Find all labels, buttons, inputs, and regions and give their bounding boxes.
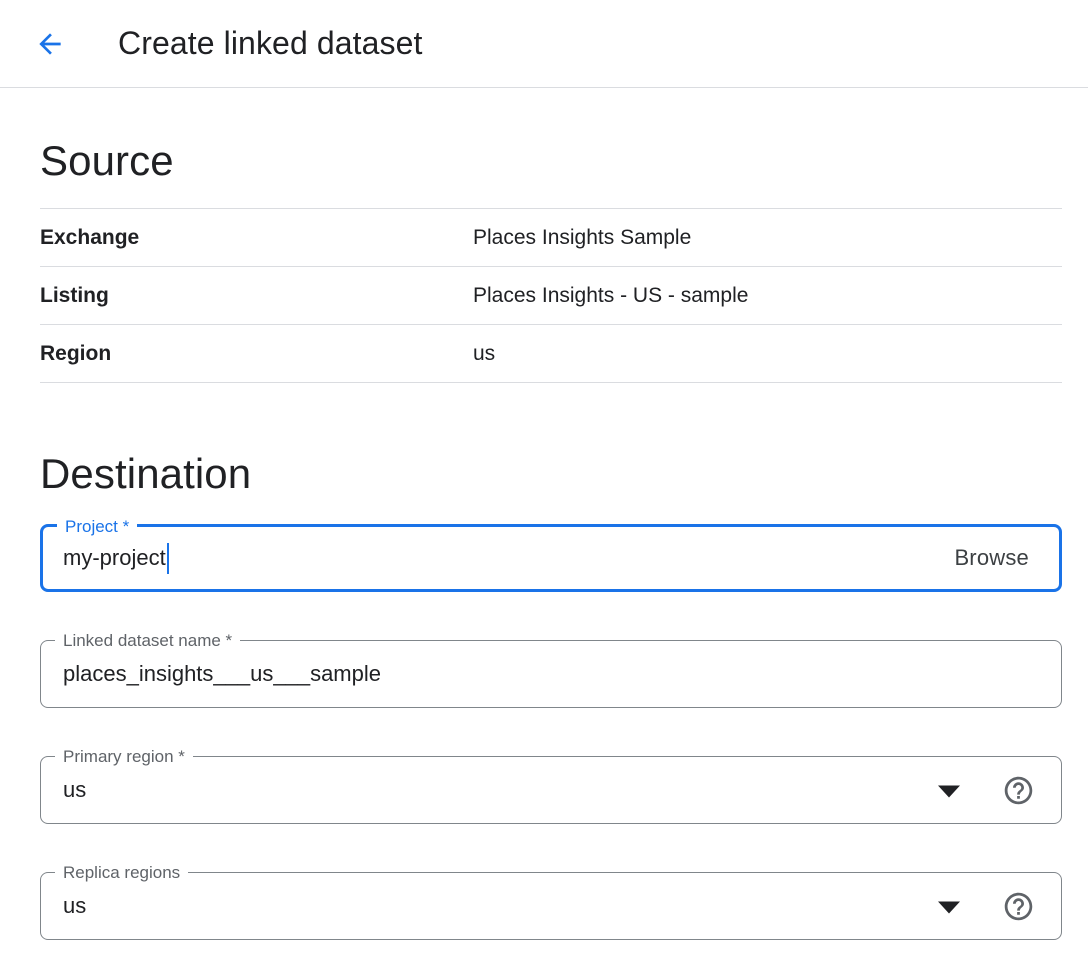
row-label-exchange: Exchange xyxy=(40,226,473,250)
arrow-back-icon xyxy=(34,28,66,60)
table-row: Exchange Places Insights Sample xyxy=(40,209,1062,267)
destination-section: Destination Project * my-project Browse … xyxy=(40,448,1062,940)
row-value-exchange: Places Insights Sample xyxy=(473,226,691,250)
destination-heading: Destination xyxy=(40,448,1062,500)
source-heading: Source xyxy=(40,135,1062,187)
dataset-name-field-label: Linked dataset name * xyxy=(55,631,240,651)
help-icon[interactable] xyxy=(1001,889,1035,923)
dropdown-arrow-icon[interactable] xyxy=(938,785,960,797)
dataset-name-input[interactable]: places_insights___us___sample xyxy=(63,661,381,687)
row-value-region: us xyxy=(473,342,495,366)
dataset-name-field[interactable]: Linked dataset name * places_insights___… xyxy=(40,640,1062,708)
dropdown-arrow-icon[interactable] xyxy=(938,901,960,913)
project-input[interactable]: my-project xyxy=(63,545,166,571)
primary-region-select[interactable]: Primary region * us xyxy=(40,756,1062,824)
primary-region-label: Primary region * xyxy=(55,747,193,767)
source-table: Exchange Places Insights Sample Listing … xyxy=(40,208,1062,383)
project-field[interactable]: Project * my-project Browse xyxy=(40,524,1062,592)
text-cursor xyxy=(167,543,170,574)
help-icon[interactable] xyxy=(1001,773,1035,807)
back-button[interactable] xyxy=(26,20,74,68)
row-label-region: Region xyxy=(40,342,473,366)
source-section: Source Exchange Places Insights Sample L… xyxy=(40,135,1062,383)
replica-regions-value[interactable]: us xyxy=(63,893,86,919)
header: Create linked dataset xyxy=(0,0,1088,88)
content: Source Exchange Places Insights Sample L… xyxy=(40,135,1062,940)
table-row: Region us xyxy=(40,325,1062,383)
table-row: Listing Places Insights - US - sample xyxy=(40,267,1062,325)
project-field-label: Project * xyxy=(57,517,137,537)
primary-region-value[interactable]: us xyxy=(63,777,86,803)
replica-regions-select[interactable]: Replica regions us xyxy=(40,872,1062,940)
replica-regions-label: Replica regions xyxy=(55,863,188,883)
row-value-listing: Places Insights - US - sample xyxy=(473,284,748,308)
page-title: Create linked dataset xyxy=(118,25,423,62)
browse-button[interactable]: Browse xyxy=(954,545,1029,571)
row-label-listing: Listing xyxy=(40,284,473,308)
